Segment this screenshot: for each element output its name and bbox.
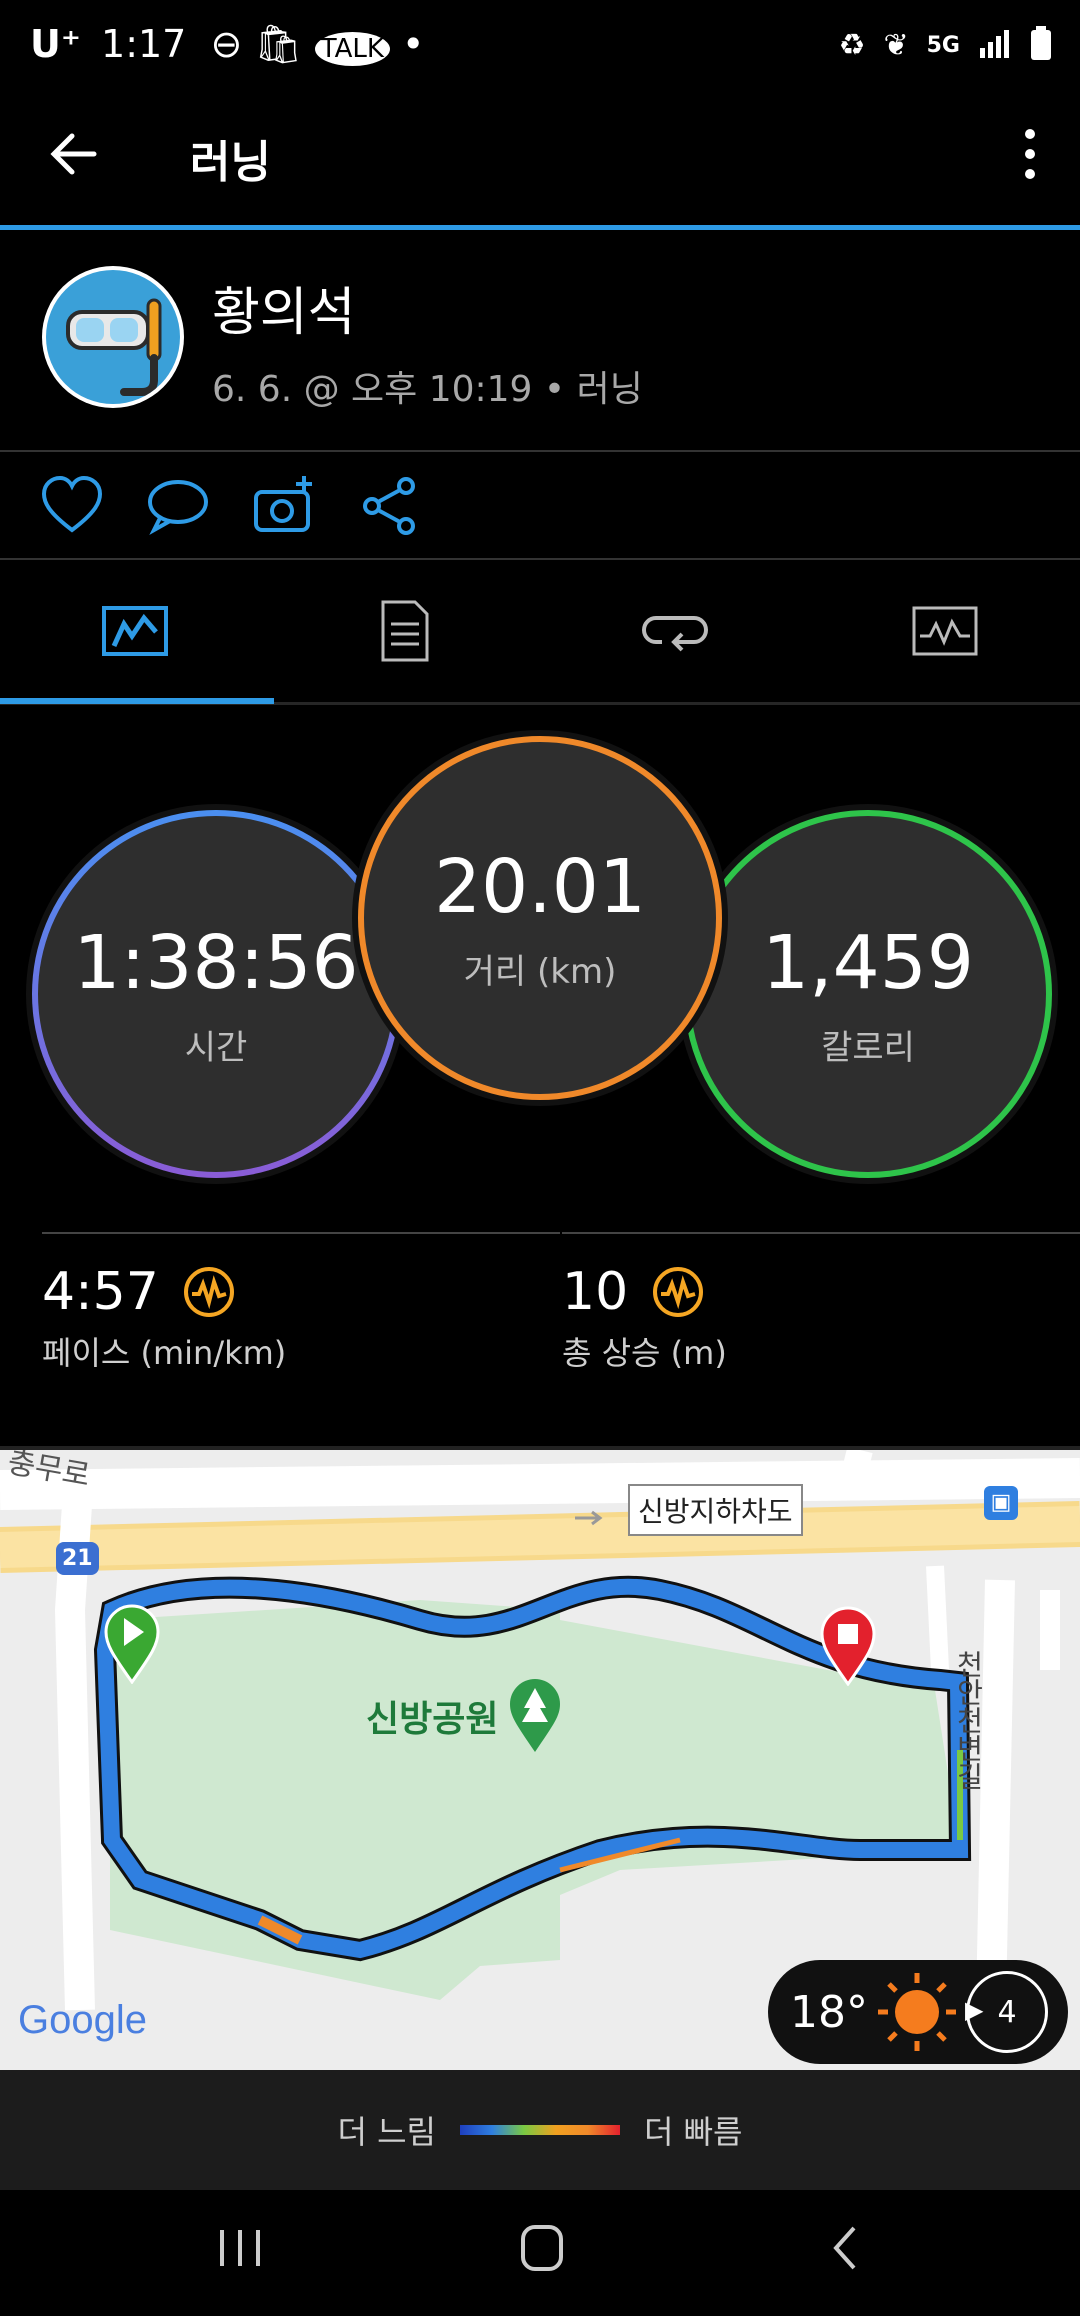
tab-laps[interactable] — [540, 560, 810, 702]
carrier-label: U⁺ — [30, 22, 81, 66]
google-logo: Google — [18, 1998, 147, 2042]
legend-faster: 더 빠름 — [644, 2113, 743, 2151]
status-bar: U⁺ 1:17 ⊖ 🛍 TALK • ♻ ❦ 5G — [0, 0, 1080, 100]
document-icon — [381, 600, 429, 662]
time-circle: 1:38:56 시간 — [32, 810, 400, 1178]
finish-marker-icon[interactable] — [820, 1606, 876, 1690]
battery-icon — [1030, 26, 1052, 64]
avatar[interactable] — [42, 266, 184, 408]
ascent-stat: 10 총 상승 (m) — [562, 1262, 727, 1374]
snorkel-mask-icon — [66, 298, 162, 396]
park-pin-icon — [510, 1679, 561, 1752]
pace-legend: 더 느림 더 빠름 — [0, 2070, 1080, 2190]
home-icon — [521, 2225, 563, 2271]
pace-stat: 4:57 페이스 (min/km) — [42, 1262, 286, 1374]
chart-card-icon — [102, 606, 168, 656]
back-arrow-icon — [50, 133, 97, 175]
more-vert-icon — [1025, 129, 1035, 179]
status-time: U⁺ 1:17 ⊖ 🛍 TALK • — [30, 22, 424, 67]
network-label: 5G — [926, 32, 960, 58]
activity-header: 황의석 6. 6. @ 오후 10:19 • 러닝 — [0, 230, 1080, 452]
wind-arrow-icon: ▶ — [965, 1996, 984, 2024]
ascent-label: 총 상승 (m) — [562, 1334, 727, 1372]
shopping-bag-icon: 🛍 — [254, 22, 303, 66]
share-button[interactable] — [358, 474, 422, 538]
action-row — [0, 452, 1080, 560]
time-value: 1:38:56 — [73, 919, 359, 1006]
user-name[interactable]: 황의석 — [212, 270, 356, 345]
divider — [562, 1232, 1080, 1234]
distance-value: 20.01 — [434, 843, 646, 930]
recycle-icon: ♻ — [838, 27, 866, 63]
pace-label: 페이스 (min/km) — [42, 1334, 287, 1372]
calories-circle: 1,459 칼로리 — [684, 810, 1052, 1178]
tab-indicator — [0, 698, 274, 704]
distance-label: 거리 (km) — [463, 951, 617, 992]
signal-icon — [978, 28, 1012, 62]
clock: 1:17 — [101, 22, 187, 66]
ascent-value: 10 — [562, 1262, 629, 1322]
bus-stop-icon[interactable]: ▣ — [984, 1486, 1018, 1520]
dnd-icon: ⊖ — [210, 22, 243, 66]
pulse-badge-icon — [653, 1267, 704, 1317]
chevron-left-icon — [833, 2226, 856, 2270]
heart-icon — [41, 475, 103, 533]
recents-icon — [220, 2230, 260, 2266]
distance-circle: 20.01 거리 (km) — [358, 736, 722, 1100]
add-photo-button[interactable] — [252, 474, 316, 538]
page-title: 러닝 — [190, 137, 271, 188]
underpass-label: 신방지하차도 — [628, 1484, 803, 1536]
more-options-button[interactable] — [1010, 124, 1050, 184]
weather-badge[interactable]: 18° ▶ 4 — [768, 1960, 1068, 2064]
nav-back-button[interactable] — [830, 2224, 860, 2276]
talk-icon: TALK — [314, 32, 390, 66]
system-nav-bar — [0, 2190, 1080, 2316]
home-button[interactable] — [520, 2224, 564, 2276]
start-marker-icon[interactable] — [104, 1604, 160, 1688]
legend-slower: 더 느림 — [337, 2113, 437, 2151]
park-label: 신방공원 — [366, 1678, 562, 1754]
back-button[interactable] — [44, 124, 104, 184]
wind-indicator: ▶ 4 — [965, 1971, 1048, 2053]
recent-apps-button[interactable] — [216, 2226, 264, 2274]
pace-value: 4:57 — [42, 1262, 159, 1322]
stream-road-label: 천안천변길 — [952, 1650, 985, 1790]
app-bar: 러닝 — [0, 100, 1080, 230]
leaf-icon: ❦ — [883, 27, 909, 63]
legend-gradient — [460, 2125, 620, 2135]
dot-icon: • — [402, 22, 425, 66]
calories-label: 칼로리 — [821, 1027, 915, 1068]
comment-button[interactable] — [146, 474, 210, 538]
like-button[interactable] — [40, 474, 104, 538]
loop-arrow-icon — [642, 616, 708, 652]
activity-meta: 6. 6. @ 오후 10:19 • 러닝 — [212, 369, 643, 410]
temperature: 18° — [790, 1986, 868, 2038]
calories-value: 1,459 — [762, 919, 974, 1006]
tab-overview[interactable] — [0, 560, 270, 702]
route-map[interactable]: 충무로 신방지하차도 21 ▣ 신방공원 천안천변길 Google 18° ▶ … — [0, 1446, 1080, 2074]
divider — [42, 1232, 560, 1234]
tab-bar — [0, 560, 1080, 705]
graph-icon — [912, 606, 978, 656]
sun-icon — [878, 1973, 956, 2051]
tab-charts[interactable] — [810, 560, 1080, 702]
pulse-badge-icon — [183, 1267, 234, 1317]
route-shield: 21 — [56, 1542, 99, 1575]
tab-stats[interactable] — [270, 560, 540, 702]
share-icon — [363, 477, 415, 535]
comment-icon — [148, 480, 208, 535]
camera-plus-icon — [254, 476, 312, 532]
wind-speed: 4 — [997, 1994, 1017, 2030]
time-label: 시간 — [184, 1027, 248, 1068]
status-right: ♻ ❦ 5G — [839, 26, 1052, 64]
